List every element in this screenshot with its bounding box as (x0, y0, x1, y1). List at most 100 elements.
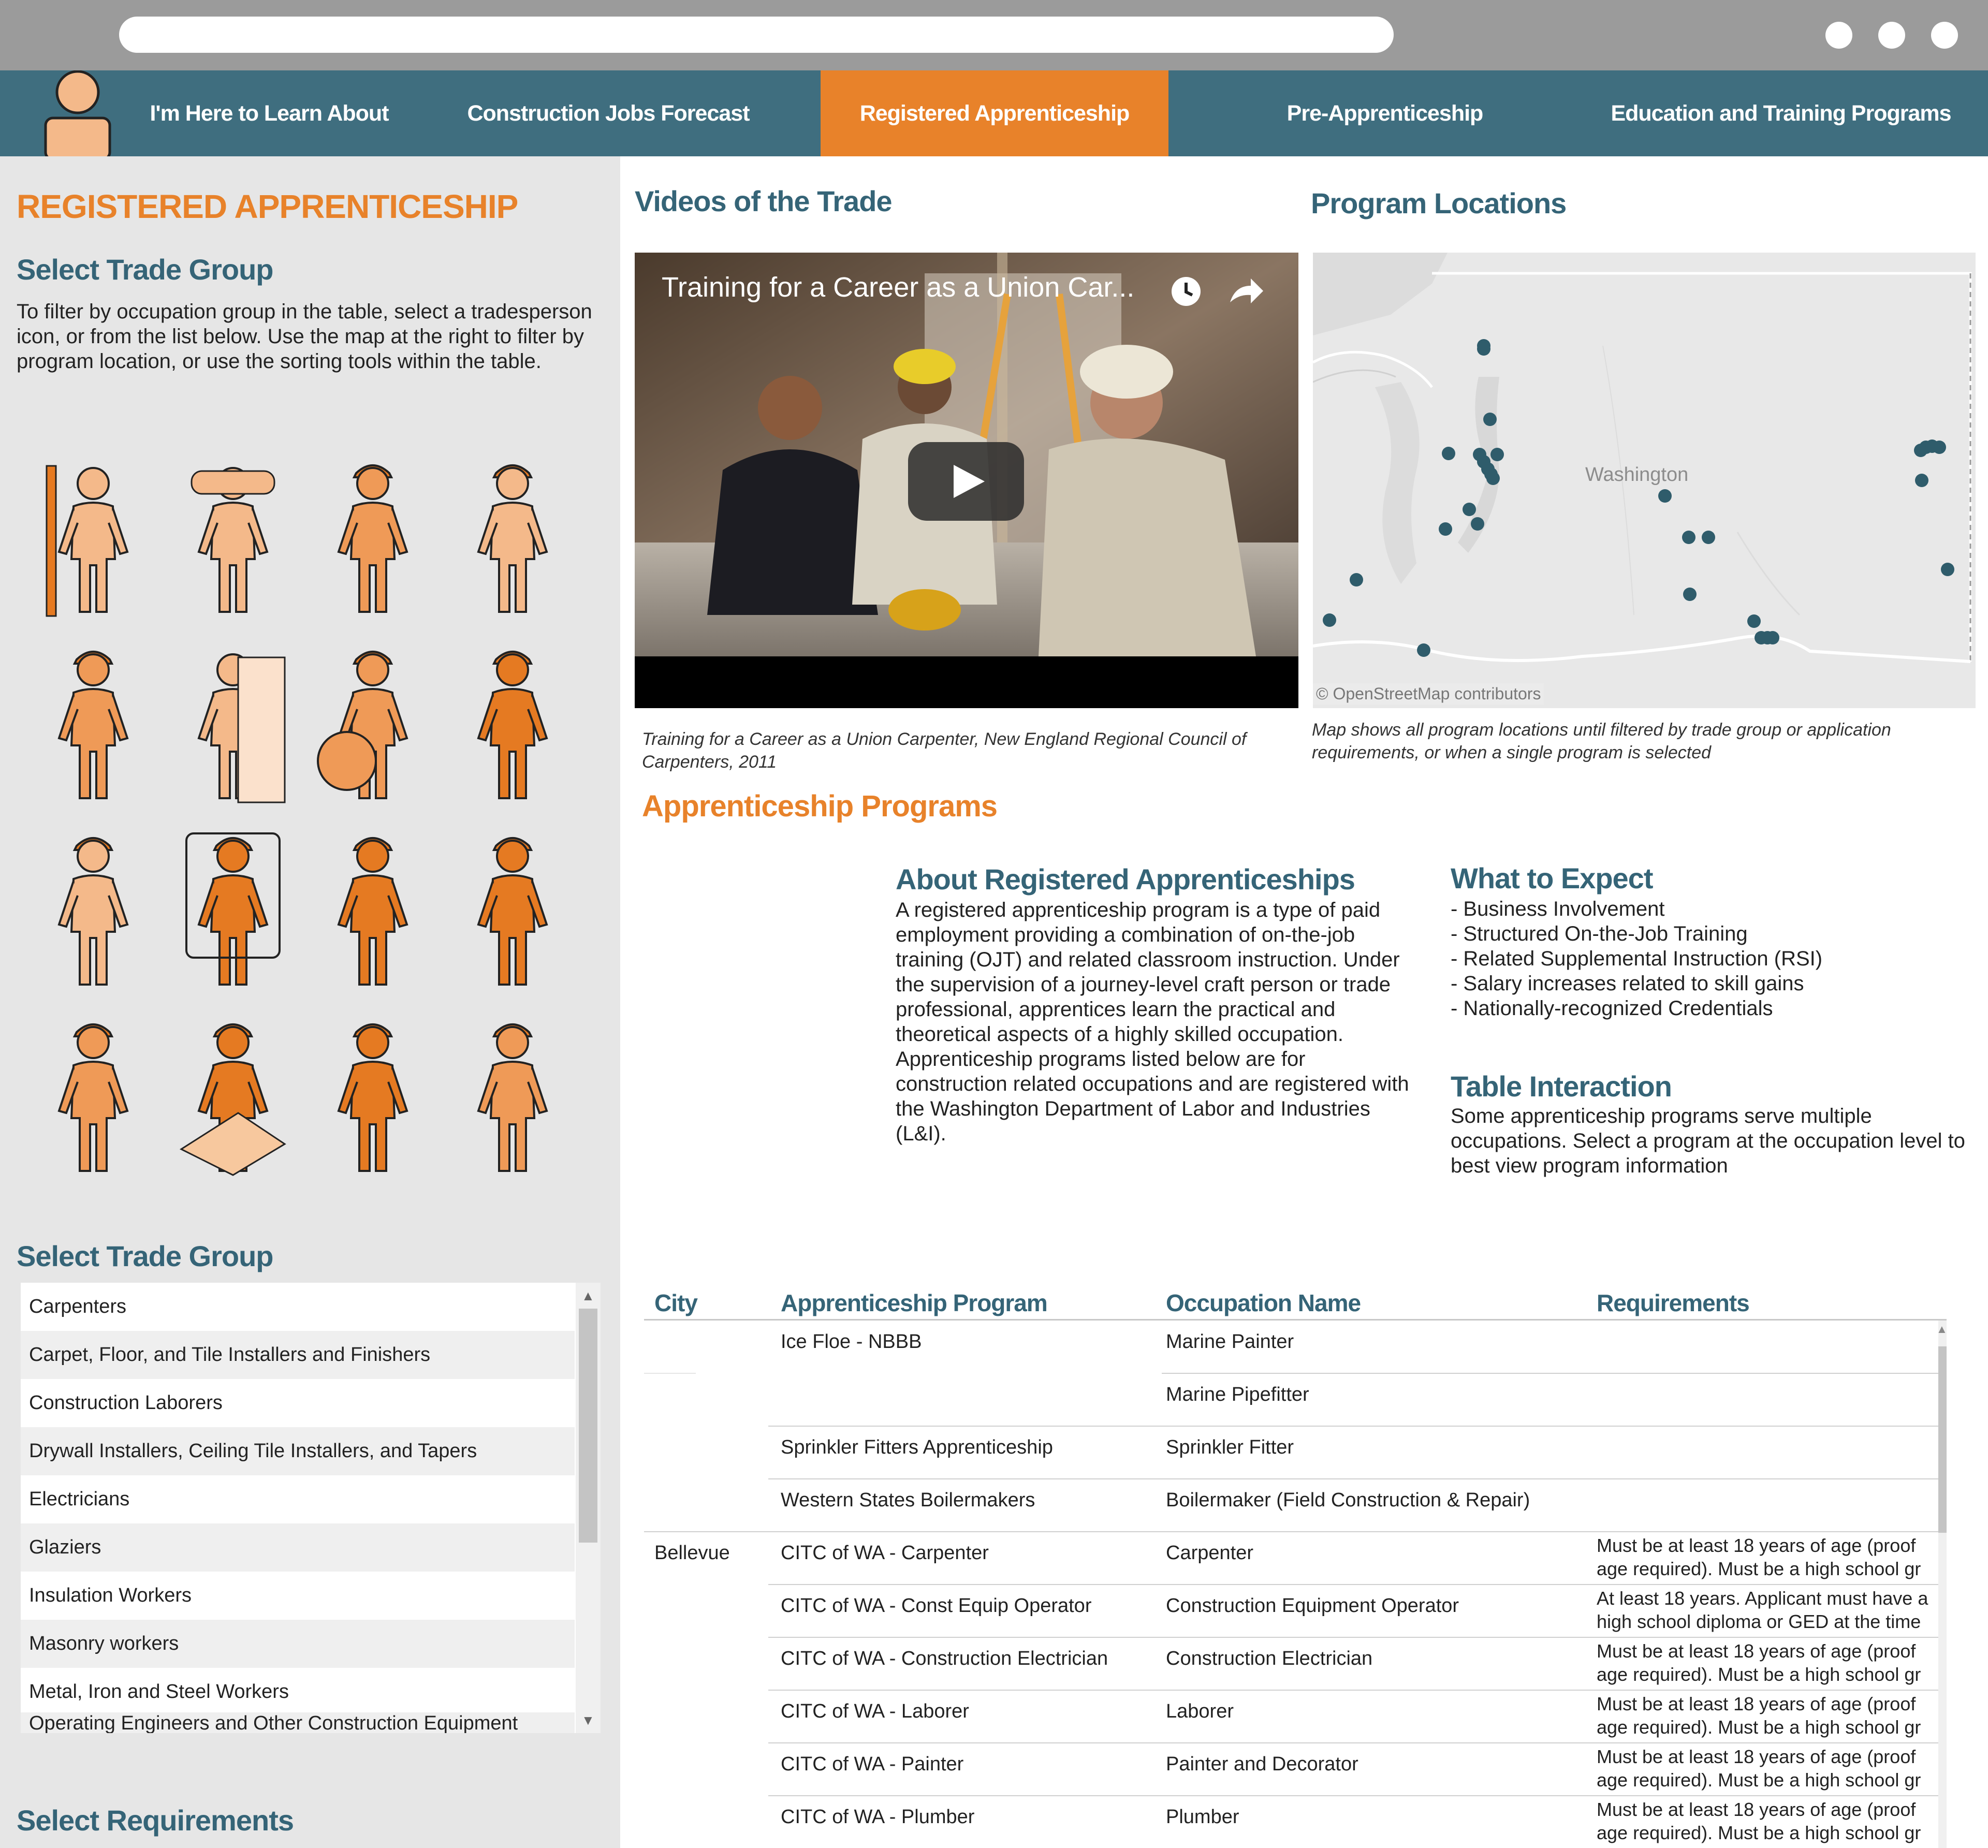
pipefitter-icon[interactable] (176, 450, 290, 621)
table-cell-program[interactable]: Sprinkler Fitters Apprenticeship (781, 1436, 1053, 1459)
table-cell-occupation[interactable]: Laborer (1166, 1700, 1234, 1723)
video-title[interactable]: Training for a Career as a Union Car... (662, 271, 1134, 303)
map-location-dot[interactable] (1439, 522, 1452, 536)
column-header-city[interactable]: City (654, 1289, 698, 1317)
nav-item-jobs-forecast[interactable]: Construction Jobs Forecast (440, 70, 777, 156)
map-location-dot[interactable] (1682, 531, 1695, 544)
map-location-dot[interactable] (1683, 588, 1697, 601)
window-dot-3-icon[interactable] (1931, 22, 1958, 49)
table-cell-program[interactable]: CITC of WA - Construction Electrician (781, 1648, 1108, 1670)
address-bar[interactable] (119, 17, 1394, 53)
table-cell-requirements[interactable]: Must be at least 18 years of age (proof a… (1597, 1639, 1938, 1686)
column-header-occupation[interactable]: Occupation Name (1166, 1289, 1361, 1317)
table-cell-occupation[interactable]: Marine Pipefitter (1166, 1384, 1309, 1406)
welder-icon[interactable] (36, 823, 150, 994)
map-location-dot[interactable] (1766, 631, 1779, 644)
laborer-icon[interactable] (316, 450, 430, 621)
map-location-dot[interactable] (1350, 573, 1363, 586)
map-location-dot[interactable] (1702, 531, 1715, 544)
map-location-dot[interactable] (1483, 413, 1497, 426)
table-interaction-text: Some apprenticeship programs serve multi… (1451, 1105, 1965, 1177)
map-location-dot[interactable] (1463, 503, 1476, 516)
list-item[interactable]: Carpenters (21, 1283, 575, 1331)
nav-item-pre-apprenticeship[interactable]: Pre-Apprenticeship (1258, 70, 1512, 156)
scroll-up-icon[interactable]: ▲ (581, 1288, 595, 1304)
map-location-dot[interactable] (1323, 613, 1336, 627)
glazier-icon[interactable] (176, 637, 290, 808)
window-dot-2-icon[interactable] (1878, 22, 1905, 49)
table-cell-occupation[interactable]: Boilermaker (Field Construction & Repair… (1166, 1489, 1530, 1512)
map-location-dot[interactable] (1933, 441, 1946, 454)
insulation-worker-icon[interactable] (316, 637, 430, 808)
map-location-dot[interactable] (1915, 474, 1928, 487)
list-item[interactable]: Carpet, Floor, and Tile Installers and F… (21, 1331, 575, 1379)
table-cell-program[interactable]: Western States Boilermakers (781, 1489, 1035, 1512)
roofer-icon[interactable] (456, 1009, 569, 1180)
nav-item-education-training[interactable]: Education and Training Programs (1595, 70, 1967, 156)
table-cell-occupation[interactable]: Construction Equipment Operator (1166, 1595, 1459, 1617)
list-item[interactable]: Glaziers (21, 1523, 575, 1572)
map-location-dot[interactable] (1490, 448, 1504, 461)
list-item[interactable]: Insulation Workers (21, 1572, 575, 1620)
ironworker-icon[interactable] (316, 823, 430, 994)
carpenter-icon[interactable] (36, 450, 150, 621)
watch-later-icon[interactable] (1168, 273, 1204, 310)
table-cell-city[interactable]: Bellevue (654, 1542, 730, 1564)
nav-item-learn-about[interactable]: I'm Here to Learn About (129, 70, 409, 156)
scroll-down-icon[interactable]: ▼ (581, 1712, 595, 1728)
map-location-dot[interactable] (1747, 614, 1761, 628)
map-location-dot[interactable] (1477, 342, 1490, 356)
table-cell-occupation[interactable]: Painter and Decorator (1166, 1753, 1358, 1776)
page-title: REGISTERED APPRENTICESHIP (17, 188, 518, 225)
video-player[interactable]: Training for a Career as a Union Car... (635, 253, 1298, 708)
table-cell-program[interactable]: CITC of WA - Painter (781, 1753, 963, 1776)
electrician-icon[interactable] (36, 637, 150, 808)
operating-engineer-icon[interactable] (176, 823, 290, 994)
column-header-requirements[interactable]: Requirements (1597, 1289, 1750, 1317)
map-location-dot[interactable] (1442, 447, 1455, 460)
nav-item-registered-apprenticeship[interactable]: Registered Apprenticeship (821, 70, 1168, 156)
list-item[interactable]: Electricians (21, 1475, 575, 1523)
list-item[interactable]: Masonry workers (21, 1620, 575, 1668)
program-table[interactable]: Ice Floe - NBBB Marine Painter Marine Pi… (644, 1321, 1947, 1848)
table-cell-requirements[interactable]: Must be at least 18 years of age (proof a… (1597, 1798, 1938, 1844)
window-dot-1-icon[interactable] (1825, 22, 1852, 49)
map-location-dot[interactable] (1486, 472, 1500, 485)
play-button[interactable] (908, 442, 1024, 521)
table-cell-program[interactable]: CITC of WA - Carpenter (781, 1542, 989, 1564)
table-cell-program[interactable]: CITC of WA - Laborer (781, 1700, 969, 1723)
list-item[interactable]: Construction Laborers (21, 1379, 575, 1427)
table-cell-occupation[interactable]: Sprinkler Fitter (1166, 1436, 1294, 1459)
table-cell-occupation[interactable]: Construction Electrician (1166, 1648, 1372, 1670)
table-cell-program[interactable]: CITC of WA - Const Equip Operator (781, 1595, 1091, 1617)
table-cell-occupation[interactable]: Carpenter (1166, 1542, 1253, 1564)
table-cell-occupation[interactable]: Marine Painter (1166, 1331, 1294, 1353)
list-item[interactable]: Metal, Iron and Steel Workers (21, 1668, 575, 1716)
painter-icon[interactable] (456, 823, 569, 994)
drywall-installer-icon[interactable] (456, 450, 569, 621)
list-item[interactable]: Operating Engineers and Other Constructi… (21, 1712, 575, 1733)
table-cell-occupation[interactable]: Plumber (1166, 1806, 1239, 1828)
program-locations-map[interactable]: Washington © OpenStreetMap contributors (1313, 253, 1976, 708)
table-cell-requirements[interactable]: Must be at least 18 years of age (proof a… (1597, 1692, 1938, 1739)
map-location-dot[interactable] (1471, 517, 1484, 531)
plumber-icon[interactable] (36, 1009, 150, 1180)
table-cell-requirements[interactable]: At least 18 years. Applicant must have a… (1597, 1587, 1938, 1633)
floor-installer-icon[interactable] (176, 1009, 290, 1180)
share-icon[interactable] (1225, 273, 1266, 310)
table-cell-requirements[interactable]: Must be at least 18 years of age (proof a… (1597, 1745, 1938, 1792)
column-header-program[interactable]: Apprenticeship Program (781, 1289, 1048, 1317)
list-scrollbar-thumb[interactable] (579, 1309, 597, 1543)
table-scrollbar-thumb[interactable] (1938, 1346, 1947, 1533)
mason-icon[interactable] (456, 637, 569, 808)
map-location-dot[interactable] (1417, 643, 1430, 657)
sheet-metal-worker-icon[interactable] (316, 1009, 430, 1180)
list-item[interactable]: Drywall Installers, Ceiling Tile Install… (21, 1427, 575, 1475)
map-location-dot[interactable] (1941, 563, 1954, 576)
table-scroll-up-icon[interactable]: ▲ (1936, 1323, 1947, 1336)
table-cell-program[interactable]: CITC of WA - Plumber (781, 1806, 974, 1828)
table-cell-requirements[interactable]: Must be at least 18 years of age (proof a… (1597, 1534, 1938, 1580)
table-cell-program[interactable]: Ice Floe - NBBB (781, 1331, 922, 1353)
map-location-dot[interactable] (1658, 489, 1672, 503)
trade-group-list[interactable]: Carpenters Carpet, Floor, and Tile Insta… (21, 1283, 601, 1733)
